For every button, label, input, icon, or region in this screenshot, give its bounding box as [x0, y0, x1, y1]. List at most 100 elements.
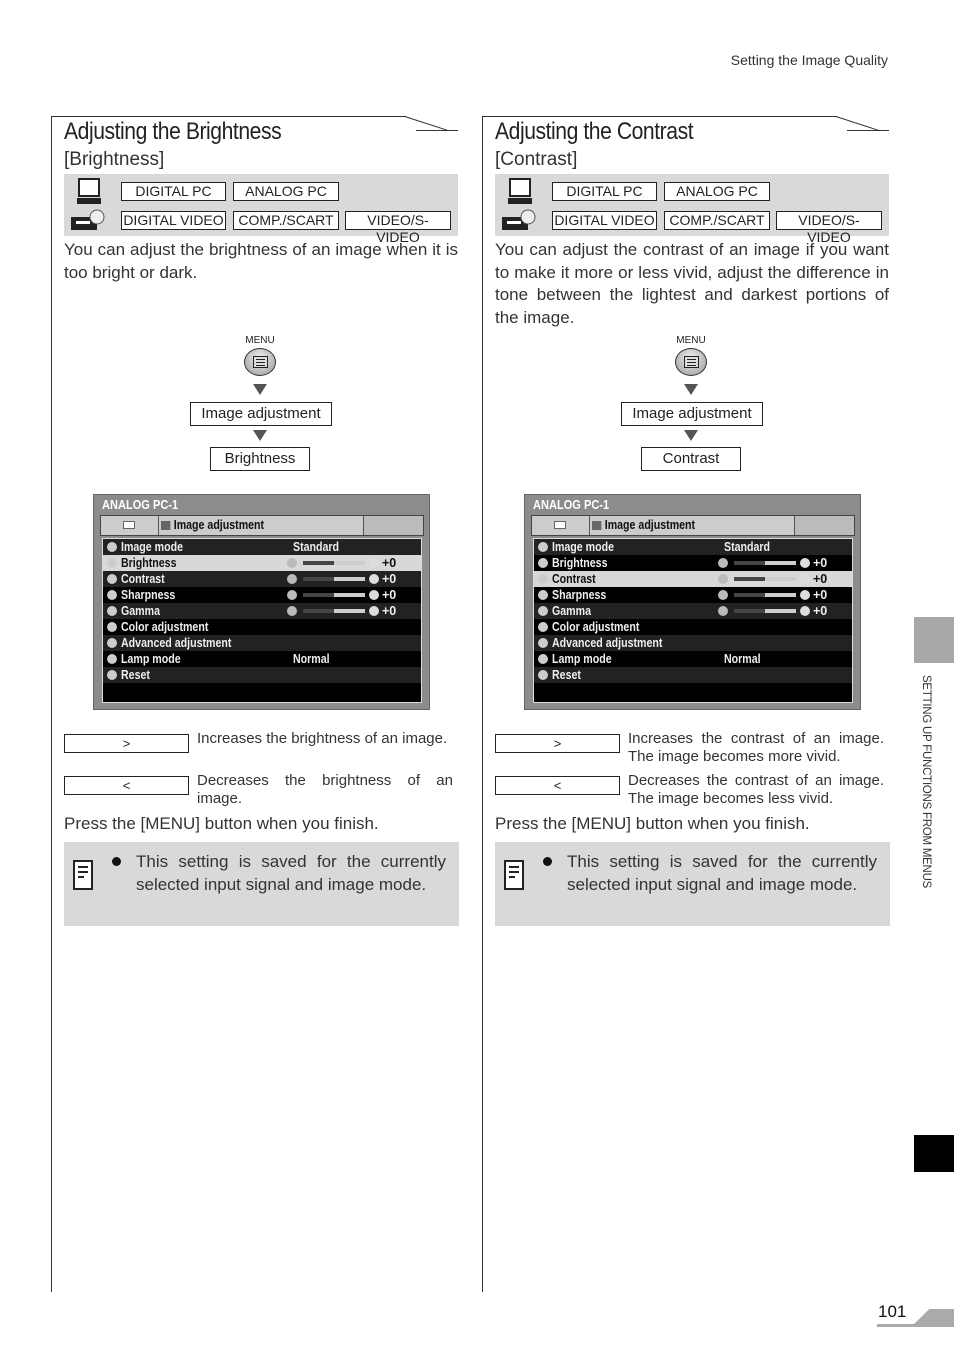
signal-digital-video: DIGITAL VIDEO [552, 211, 657, 230]
osd-tab-label: Image adjustment [173, 518, 265, 532]
section-subtitle: [Contrast] [495, 149, 578, 170]
osd-row-value: +0 [813, 588, 828, 602]
osd-row-value: +0 [382, 556, 397, 570]
left-key-button: < [495, 776, 620, 795]
slider-max-icon [800, 606, 810, 616]
osd-row-label: Sharpness [121, 588, 176, 602]
osd-row-icon [538, 574, 548, 584]
key-description-row: > Increases the contrast of an image. The… [495, 724, 905, 766]
menu-label: MENU [245, 335, 275, 346]
slider-max-icon [800, 590, 810, 600]
key-description: Decreases the contrast of an image. The … [628, 772, 884, 807]
osd-row-label: Sharpness [552, 588, 607, 602]
slider-max-icon [369, 606, 379, 616]
osd-row-icon [107, 558, 117, 568]
osd-tabs: Image adjustment [531, 515, 855, 536]
key-description-row: > Increases the brightness of an image. [64, 724, 474, 766]
osd-row-image-mode: Image mode Standard [534, 539, 852, 555]
osd-tab-settings [363, 516, 423, 535]
key-description-row: < Decreases the contrast of an image. The… [495, 766, 905, 808]
osd-slider [303, 577, 365, 581]
osd-row-label: Brightness [121, 556, 177, 570]
signal-comp-scart: COMP./SCART [233, 211, 339, 230]
osd-row-gamma: Gamma +0 [103, 603, 421, 619]
osd-row-sharpness: Sharpness +0 [103, 587, 421, 603]
osd-source-label: ANALOG PC-1 [102, 497, 179, 512]
osd-menu-screenshot: ANALOG PC-1 Image adjustment Image mode Sta… [524, 494, 861, 710]
slider-min-icon [287, 590, 297, 600]
osd-row-icon [538, 558, 548, 568]
slider-max-icon [369, 574, 379, 584]
flow-arrow-icon [253, 384, 267, 395]
osd-row-value: +0 [813, 556, 828, 570]
osd-row-icon [538, 590, 548, 600]
osd-row-value: +0 [382, 572, 397, 586]
osd-row-label: Advanced adjustment [552, 636, 663, 650]
side-tab-label: SETTING UP FUNCTIONS FROM MENUS [920, 675, 934, 889]
osd-tab-label: Image adjustment [604, 518, 696, 532]
osd-row-lamp-mode: Lamp mode Normal [534, 651, 852, 667]
signal-digital-pc: DIGITAL PC [121, 182, 226, 201]
slider-min-icon [287, 574, 297, 584]
osd-row-icon [538, 670, 548, 680]
section-title: Adjusting the Brightness [64, 118, 282, 145]
signal-analog-pc: ANALOG PC [233, 182, 339, 201]
osd-tab-image-adjustment: Image adjustment [161, 518, 264, 532]
flow-arrow-icon [684, 384, 698, 395]
signal-video-s-video: VIDEO/S-VIDEO [776, 211, 882, 245]
slider-max-icon [369, 558, 379, 568]
section-description: You can adjust the contrast of an image … [495, 240, 889, 327]
flow-step-image-adjustment: Image adjustment [621, 402, 763, 426]
column-rule-left [51, 116, 52, 1292]
osd-row-reset: Reset [534, 667, 852, 683]
osd-row-label: Color adjustment [552, 620, 640, 634]
osd-slider [734, 609, 796, 613]
section-tab [914, 617, 954, 663]
osd-row-value: Normal [293, 652, 330, 666]
note-text: This setting is saved for the currently … [567, 852, 877, 894]
osd-row-sharpness: Sharpness +0 [534, 587, 852, 603]
signal-digital-pc: DIGITAL PC [552, 182, 657, 201]
page-number: 101 [878, 1302, 907, 1321]
section-title: Adjusting the Contrast [495, 118, 694, 145]
signal-analog-pc: ANALOG PC [664, 182, 770, 201]
chapter-marker [914, 1135, 954, 1172]
input-signal-panel: DIGITAL PC ANALOG PC DIGITAL VIDEO COMP.… [64, 174, 458, 245]
computer-icon [508, 178, 532, 204]
osd-row-value: +0 [813, 572, 828, 586]
osd-row-icon [107, 670, 117, 680]
osd-row-icon [107, 622, 117, 632]
osd-row-value: +0 [813, 604, 828, 618]
osd-slider [734, 577, 796, 581]
osd-slider [734, 561, 796, 565]
osd-row-advanced-adjustment: Advanced adjustment [103, 635, 421, 651]
osd-row-lamp-mode: Lamp mode Normal [103, 651, 421, 667]
osd-row-gamma: Gamma +0 [534, 603, 852, 619]
osd-row-label: Lamp mode [552, 652, 612, 666]
slider-max-icon [800, 574, 810, 584]
note-box: This setting is saved for the currently … [495, 842, 890, 926]
menu-label: MENU [676, 335, 706, 346]
key-description-row: < Decreases the brightness of an image. [64, 766, 474, 808]
osd-row-label: Color adjustment [121, 620, 209, 634]
osd-row-icon [538, 606, 548, 616]
brightness-section: Adjusting the Brightness [Brightness] DI… [51, 116, 461, 284]
slider-min-icon [718, 558, 728, 568]
bullet-icon [112, 857, 121, 866]
slider-min-icon [287, 558, 297, 568]
press-menu-instruction: Press the [MENU] button when you finish. [495, 814, 810, 833]
osd-slider [303, 593, 365, 597]
osd-row-label: Contrast [552, 572, 596, 586]
osd-row-label: Reset [121, 668, 150, 682]
input-signal-panel: DIGITAL PC ANALOG PC DIGITAL VIDEO COMP.… [495, 174, 889, 245]
section-title-bar: Adjusting the Contrast [482, 116, 892, 148]
osd-row-image-mode: Image mode Standard [103, 539, 421, 555]
osd-row-advanced-adjustment: Advanced adjustment [534, 635, 852, 651]
osd-row-contrast: Contrast +0 [103, 571, 421, 587]
osd-menu-list: Image mode Standard Brightness +0 Contrast +0… [102, 538, 422, 703]
osd-source-label: ANALOG PC-1 [533, 497, 610, 512]
page-number-wedge [913, 1309, 954, 1325]
video-device-icon [71, 209, 105, 230]
key-description: Decreases the brightness of an image. [197, 772, 453, 807]
key-description: Increases the brightness of an image. [197, 730, 448, 747]
